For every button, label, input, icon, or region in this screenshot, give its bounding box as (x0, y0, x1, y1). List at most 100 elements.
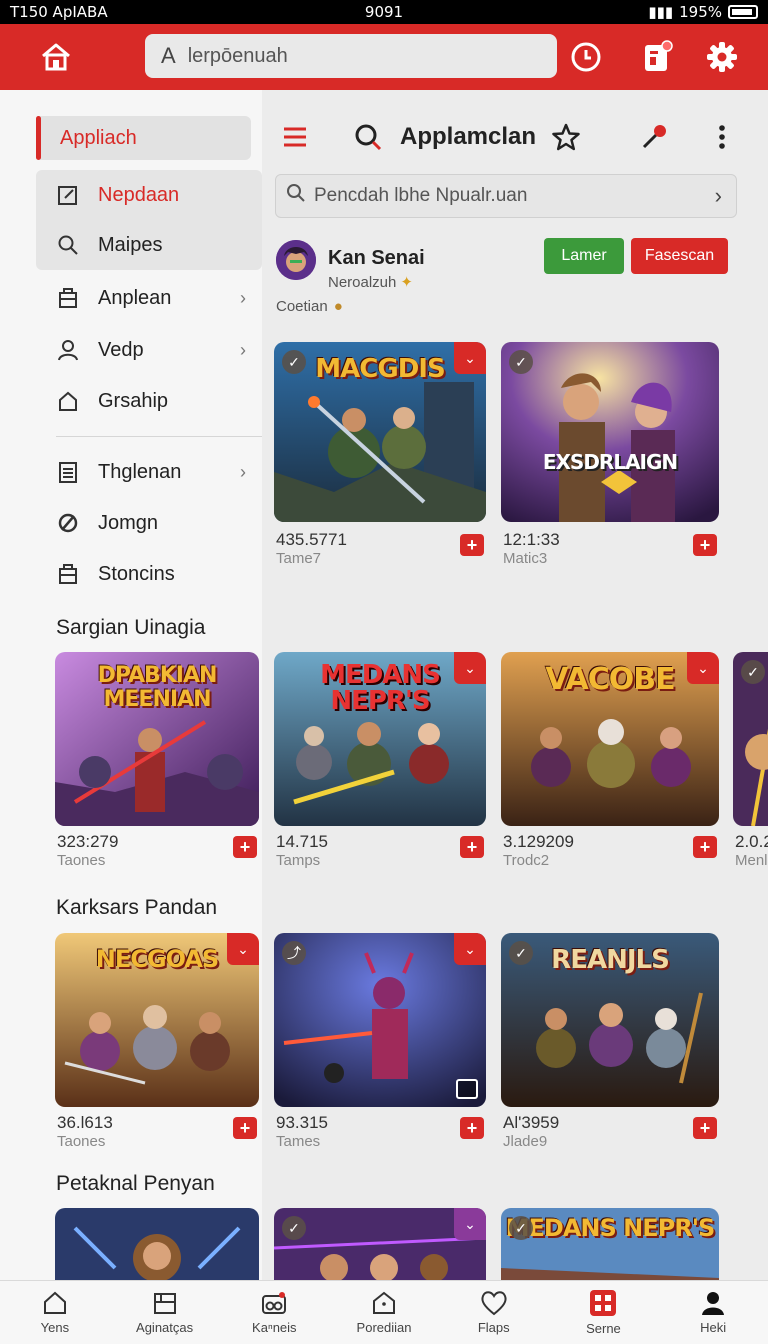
card-value: 12:1:33 (503, 530, 560, 549)
card-value: 435.5771 (276, 530, 347, 549)
more-vert-icon[interactable] (700, 115, 744, 159)
section-title: Petaknal Penyan (56, 1172, 215, 1195)
grid-icon (590, 1290, 617, 1316)
nav-item-aginatcas[interactable]: Aginatças (110, 1281, 220, 1344)
card-thumbnail: VACOBE ⌄ (501, 652, 719, 826)
chevron-down-icon[interactable]: ⌄ (687, 652, 719, 684)
card-subtitle: Trodc2 (503, 852, 550, 869)
sidebar-item-vedp[interactable]: Vedp › (56, 330, 256, 370)
nav-item-heki[interactable]: Heki (658, 1281, 768, 1344)
search-icon[interactable] (346, 115, 390, 159)
card-subtitle: Matic3 (503, 550, 548, 567)
home-icon[interactable] (34, 35, 78, 79)
game-card[interactable]: NECGOAS ⌄ 36.l613 Taones + (55, 933, 259, 1153)
game-card[interactable]: MEDANS NEPR'S ✓ (501, 1208, 719, 1280)
check-icon[interactable]: ⤴ (282, 941, 306, 965)
profile-subtitle-text: Neroalzuh (328, 273, 397, 291)
card-thumbnail: ✓ (733, 652, 768, 826)
nav-item-porediian[interactable]: Porediian (329, 1281, 439, 1344)
settings-gear-icon[interactable] (700, 35, 744, 79)
chevron-down-icon[interactable]: ⌄ (454, 342, 486, 374)
chevron-down-icon[interactable]: ⌄ (454, 933, 486, 965)
clock-icon[interactable] (564, 35, 608, 79)
chevron-down-icon[interactable]: ⌄ (454, 1208, 486, 1240)
gallery-icon[interactable] (456, 1079, 478, 1099)
sidebar-item-grsahip[interactable]: Grsahip (56, 381, 256, 421)
search-input[interactable]: A lerpōenuah (145, 34, 557, 78)
profile-name: Kan Senai (328, 247, 425, 269)
card-subtitle: Menle (735, 852, 768, 869)
card-value: Al'3959 (503, 1113, 560, 1132)
house-icon (373, 1291, 396, 1314)
search-placeholder: lerpōenuah (187, 44, 288, 67)
add-button[interactable]: + (693, 534, 717, 556)
top-bar: A lerpōenuah (0, 24, 768, 90)
check-icon[interactable]: ✓ (282, 1216, 306, 1240)
game-card[interactable]: DPABKIAN MEENIAN 323:279 Taones + (55, 652, 259, 872)
card-value: 36.l613 (57, 1113, 113, 1132)
red-action-button[interactable]: Fasescan (631, 238, 728, 274)
nav-label: Yens (40, 1320, 70, 1335)
nav-item-yens[interactable]: Yens (0, 1281, 110, 1344)
card-value: 93.315 (276, 1113, 328, 1132)
add-button[interactable]: + (233, 836, 257, 858)
game-card[interactable]: ✓ ⌄ (274, 1208, 486, 1280)
game-card[interactable]: MACGDIS ✓ ⌄ 435.5771 Tame7 + (274, 342, 486, 572)
sidebar-item-thglenan[interactable]: Thglenan › (56, 452, 256, 492)
check-icon[interactable]: ✓ (509, 1216, 533, 1240)
game-card[interactable] (55, 1208, 259, 1280)
person-icon (702, 1292, 725, 1315)
game-card[interactable]: ✓ 2.0.2 Menle (733, 652, 768, 872)
menu-hamburger-icon[interactable] (273, 115, 317, 159)
secondary-search-input[interactable]: Pencdah lbhe Npualr.uan › (275, 174, 737, 218)
game-card[interactable]: EXSDRLAIGN ✓ 12:1:33 Matic3 + (501, 342, 719, 572)
card-art-title: REANJLS (551, 945, 670, 975)
profile-caption: Coetian ● (276, 298, 343, 315)
sidebar-item-nepdaan[interactable]: Nepdaan (56, 175, 256, 215)
search-icon: A (161, 43, 176, 68)
game-card[interactable]: REANJLS ✓ Al'3959 Jlade9 + (501, 933, 719, 1153)
check-icon[interactable]: ✓ (282, 350, 306, 374)
nav-item-serne[interactable]: Serne (549, 1281, 659, 1344)
sidebar-item-label: Vedp (98, 338, 144, 361)
sidebar-item-label: Thglenan (98, 460, 182, 483)
sidebar-item-anplean[interactable]: Anplean › (56, 278, 256, 318)
card-thumbnail: REANJLS ✓ (501, 933, 719, 1107)
battery-icon (728, 5, 758, 19)
avatar[interactable] (276, 240, 316, 280)
check-icon[interactable]: ✓ (509, 941, 533, 965)
check-icon[interactable]: ✓ (509, 350, 533, 374)
chevron-down-icon[interactable]: ⌄ (227, 933, 259, 965)
chevron-down-icon[interactable]: ⌄ (454, 652, 486, 684)
sidebar-item-maipes[interactable]: Maipes (56, 225, 256, 265)
sidebar-item-active[interactable]: Appliach (36, 116, 251, 160)
green-action-button[interactable]: Lamer (544, 238, 624, 274)
notification-icon[interactable] (634, 35, 678, 79)
profile-caption-text: Coetian (276, 298, 328, 315)
game-card[interactable]: VACOBE ⌄ 3.129209 Trodc2 + (501, 652, 719, 872)
wand-icon[interactable] (632, 115, 676, 159)
game-card[interactable]: MEDANS NEPR'S ⌄ 14.715 Tamps + (274, 652, 486, 872)
add-button[interactable]: + (460, 836, 484, 858)
search-icon (286, 183, 306, 209)
star-icon[interactable] (544, 115, 588, 159)
sidebar-item-jomgn[interactable]: Jomgn (56, 503, 256, 543)
card-thumbnail: NECGOAS ⌄ (55, 933, 259, 1107)
sidebar-item-stoncins[interactable]: Stoncins (56, 554, 256, 594)
cookie-icon: ● (333, 298, 343, 315)
section-title: Sargian Uinagia (56, 616, 206, 639)
add-button[interactable]: + (233, 1117, 257, 1139)
add-button[interactable]: + (460, 534, 484, 556)
nav-label: Flaps (477, 1320, 510, 1335)
card-value: 14.715 (276, 832, 328, 851)
nav-item-flaps[interactable]: Flaps (439, 1281, 549, 1344)
add-button[interactable]: + (460, 1117, 484, 1139)
card-art-title: EXSDRLAIGN (542, 450, 678, 474)
check-icon[interactable]: ✓ (741, 660, 765, 684)
card-subtitle: Tamps (276, 852, 321, 869)
add-button[interactable]: + (693, 1117, 717, 1139)
sidebar-divider (56, 436, 262, 437)
add-button[interactable]: + (693, 836, 717, 858)
game-card[interactable]: ⤴ ⌄ 93.315 Tames + (274, 933, 486, 1153)
nav-item-kameis[interactable]: Kaⁿneis (219, 1281, 329, 1344)
